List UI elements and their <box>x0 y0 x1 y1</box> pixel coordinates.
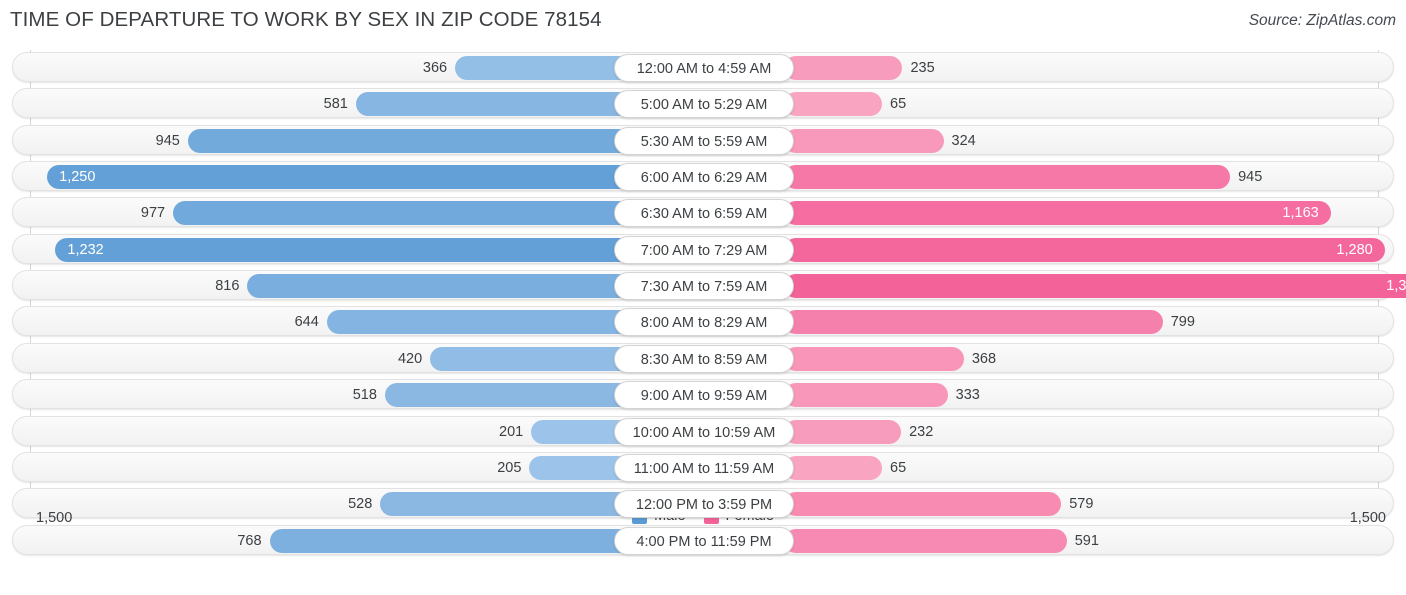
bar-track: 977 1,163 6:30 AM to 6:59 AM <box>13 198 1395 228</box>
value-label-male: 644 <box>294 314 319 331</box>
chart-page: TIME OF DEPARTURE TO WORK BY SEX IN ZIP … <box>0 0 1406 595</box>
category-label[interactable]: 8:00 AM to 8:29 AM <box>614 308 794 337</box>
bar-female[interactable] <box>784 455 882 480</box>
source-attribution: Source: ZipAtlas.com <box>1248 12 1396 29</box>
bar-male[interactable] <box>384 383 634 408</box>
bar-track: 945 324 5:30 AM to 5:59 AM <box>13 126 1395 156</box>
bar-male[interactable] <box>430 346 634 371</box>
value-label-male: 1,250 <box>59 169 96 186</box>
bar-female[interactable] <box>784 56 903 80</box>
category-label[interactable]: 5:00 AM to 5:29 AM <box>614 90 794 119</box>
bar-track: 205 65 11:00 AM to 11:59 AM <box>13 453 1395 483</box>
bar-track: 518 333 9:00 AM to 9:59 AM <box>13 380 1395 410</box>
bar-female[interactable] <box>784 419 902 444</box>
bar-male[interactable] <box>173 201 634 226</box>
value-label-male: 581 <box>323 96 348 113</box>
chart-row[interactable]: 366 235 12:00 AM to 4:59 AM <box>12 52 1394 82</box>
value-label-female: 324 <box>951 132 976 149</box>
bar-male[interactable] <box>247 274 634 299</box>
chart-row[interactable]: 816 1,388 7:30 AM to 7:59 AM <box>12 270 1406 301</box>
value-label-male: 366 <box>422 60 448 76</box>
chart-row[interactable]: 1,232 1,280 7:00 AM to 7:29 AM <box>12 233 1395 265</box>
value-label-male: 205 <box>497 459 522 476</box>
value-label-female: 232 <box>909 423 934 440</box>
chart-row[interactable]: 581 65 5:00 AM to 5:29 AM <box>12 88 1395 119</box>
chart-row[interactable]: 420 368 8:30 AM to 8:59 AM <box>12 342 1395 374</box>
bar-track: 1,232 1,280 7:00 AM to 7:29 AM <box>13 235 1395 265</box>
value-label-male: 945 <box>155 132 180 149</box>
bar-track: 816 1,388 7:30 AM to 7:59 AM <box>13 271 1406 301</box>
value-label-male: 977 <box>140 205 166 222</box>
bar-female[interactable] <box>784 310 1163 335</box>
chart-row[interactable]: 945 324 5:30 AM to 5:59 AM <box>12 124 1395 156</box>
bar-male[interactable] <box>326 310 634 335</box>
value-label-male: 420 <box>397 350 423 367</box>
chart-row[interactable]: 1,250 945 6:00 AM to 6:29 AM <box>12 161 1395 192</box>
chart-row[interactable]: 205 65 11:00 AM to 11:59 AM <box>12 451 1395 483</box>
bar-track: 581 65 5:00 AM to 5:29 AM <box>13 89 1395 119</box>
value-label-male: 201 <box>499 423 524 440</box>
bar-male[interactable] <box>455 56 634 80</box>
value-label-female: 799 <box>1170 314 1195 331</box>
bar-female[interactable] <box>784 128 944 153</box>
bar-female[interactable] <box>784 346 964 371</box>
bar-male[interactable] <box>269 528 634 553</box>
bar-female[interactable] <box>784 201 1331 226</box>
category-label[interactable]: 9:00 AM to 9:59 AM <box>614 381 794 410</box>
bar-track: 201 232 10:00 AM to 10:59 AM <box>13 417 1395 447</box>
bar-female[interactable] <box>784 383 948 408</box>
bar-track: 644 799 8:00 AM to 8:29 AM <box>13 307 1395 337</box>
value-label-female: 368 <box>971 350 997 367</box>
bar-female[interactable] <box>784 528 1067 553</box>
value-label-female: 65 <box>890 459 907 476</box>
value-label-female: 333 <box>955 387 980 404</box>
category-label[interactable]: 4:00 PM to 11:59 PM <box>614 526 794 555</box>
bar-male[interactable] <box>355 92 634 117</box>
chart-row[interactable]: 518 333 9:00 AM to 9:59 AM <box>12 379 1395 410</box>
bar-track: 1,250 945 6:00 AM to 6:29 AM <box>13 162 1395 192</box>
category-label[interactable]: 11:00 AM to 11:59 AM <box>614 453 794 482</box>
bar-male[interactable] <box>47 165 634 190</box>
chart-row[interactable]: 644 799 8:00 AM to 8:29 AM <box>12 306 1395 337</box>
category-label[interactable]: 6:30 AM to 6:59 AM <box>614 199 794 228</box>
bar-female[interactable] <box>784 274 1406 299</box>
category-label[interactable]: 7:00 AM to 7:29 AM <box>614 235 794 264</box>
bar-track: 420 368 8:30 AM to 8:59 AM <box>13 344 1395 374</box>
category-label[interactable]: 12:00 PM to 3:59 PM <box>614 490 794 519</box>
value-label-male: 518 <box>352 387 377 404</box>
value-label-female: 945 <box>1238 169 1263 186</box>
value-label-female: 591 <box>1074 532 1099 549</box>
value-label-female: 1,163 <box>1282 205 1319 222</box>
value-label-female: 65 <box>890 96 907 113</box>
chart-row[interactable]: 768 591 4:00 PM to 11:59 PM <box>12 524 1395 556</box>
bar-female[interactable] <box>784 165 1231 190</box>
bar-track: 768 591 4:00 PM to 11:59 PM <box>13 526 1395 556</box>
value-label-male: 816 <box>215 278 240 295</box>
chart-plot-area: 366 235 12:00 AM to 4:59 AM 581 65 5:00 AM to… <box>0 50 1406 556</box>
bar-male[interactable] <box>55 237 634 262</box>
chart-row[interactable]: 201 232 10:00 AM to 10:59 AM <box>12 415 1395 447</box>
category-label[interactable]: 6:00 AM to 6:29 AM <box>614 163 794 192</box>
bar-female[interactable] <box>784 92 882 117</box>
value-label-male: 1,232 <box>67 241 104 258</box>
value-label-male: 768 <box>237 532 262 549</box>
category-label[interactable]: 5:30 AM to 5:59 AM <box>614 126 794 155</box>
bar-track: 366 235 12:00 AM to 4:59 AM <box>13 53 1395 83</box>
category-label[interactable]: 10:00 AM to 10:59 AM <box>614 417 794 446</box>
bar-male[interactable] <box>187 128 634 153</box>
category-label[interactable]: 7:30 AM to 7:59 AM <box>614 272 794 301</box>
value-label-female: 235 <box>910 60 935 76</box>
bar-female[interactable] <box>784 237 1385 262</box>
value-label-female: 1,388 <box>1386 278 1406 295</box>
chart-row[interactable]: 977 1,163 6:30 AM to 6:59 AM <box>12 197 1395 228</box>
value-label-female: 1,280 <box>1336 241 1373 258</box>
category-label[interactable]: 12:00 AM to 4:59 AM <box>614 54 794 82</box>
category-label[interactable]: 8:30 AM to 8:59 AM <box>614 344 794 373</box>
page-title: TIME OF DEPARTURE TO WORK BY SEX IN ZIP … <box>10 8 602 31</box>
